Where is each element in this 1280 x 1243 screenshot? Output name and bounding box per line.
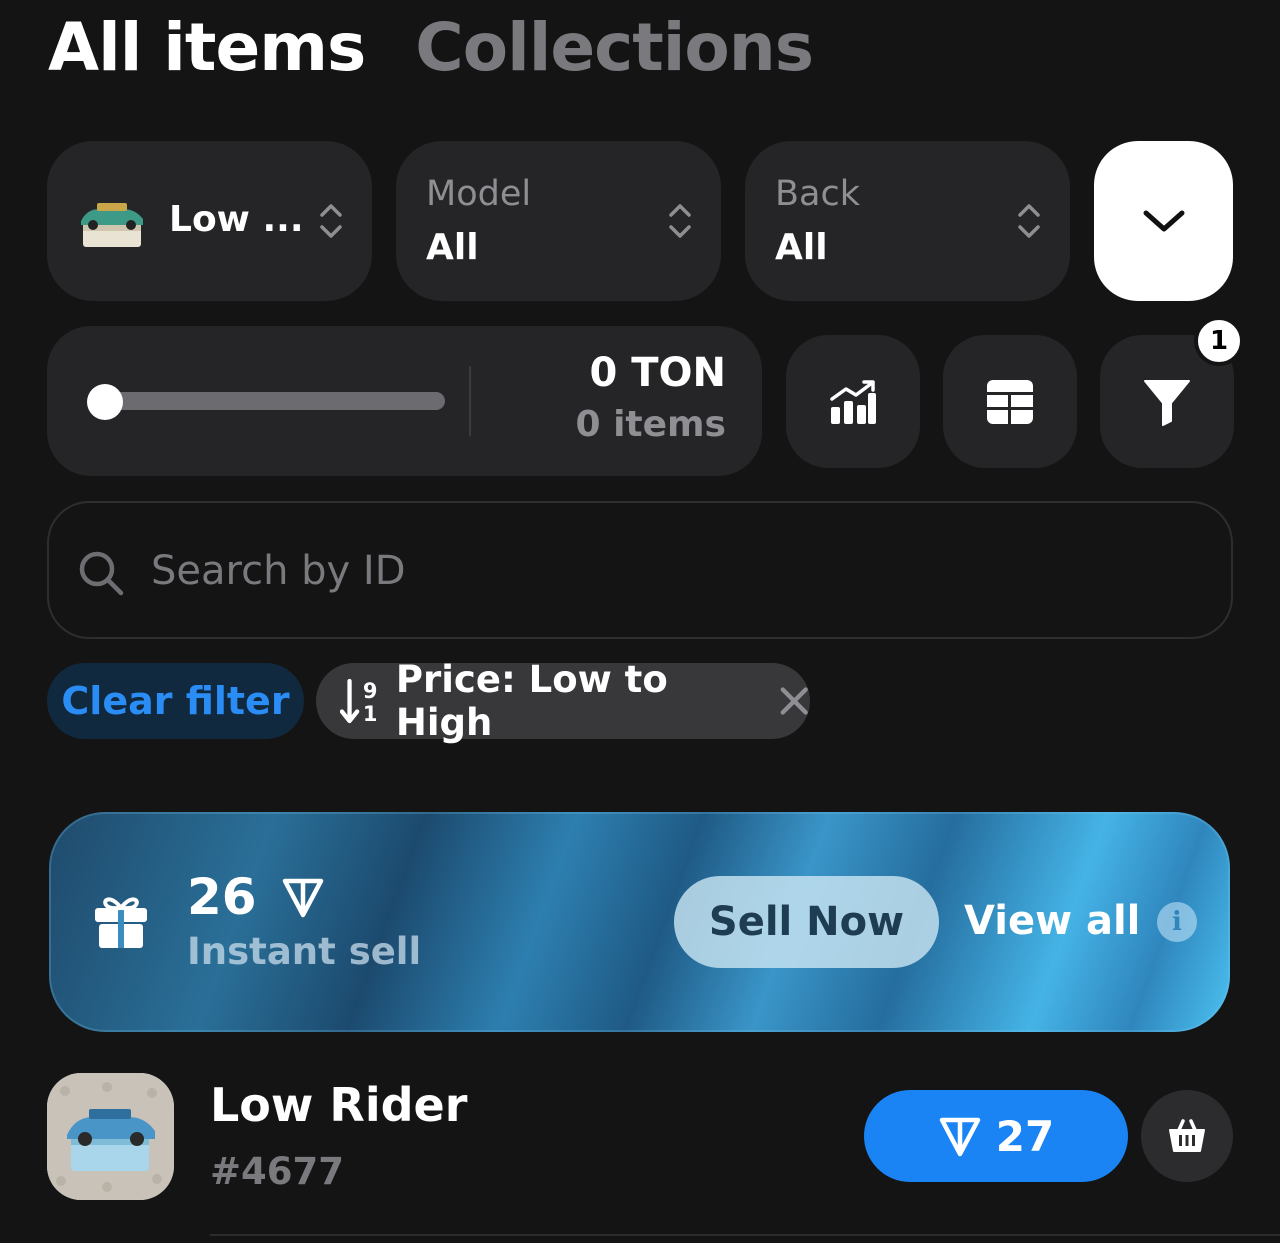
updown-chevron-icon (669, 204, 691, 238)
info-icon[interactable]: i (1157, 902, 1197, 942)
updown-chevron-icon (1018, 204, 1040, 238)
instant-sell-price-value: 26 (187, 868, 257, 926)
close-icon[interactable] (778, 684, 810, 718)
search-icon (79, 551, 124, 596)
slider-knob[interactable] (87, 384, 123, 420)
search-box[interactable] (47, 501, 1233, 639)
price-range-amount: 0 TON (589, 350, 726, 396)
price-range-count: 0 items (575, 404, 727, 445)
model-select[interactable]: Model All (396, 141, 721, 301)
gift-select[interactable]: Low ... (47, 141, 372, 301)
instant-sell-label: Instant sell (187, 930, 422, 973)
back-select-value: All (775, 227, 828, 268)
gift-icon (95, 897, 147, 948)
svg-text:9: 9 (363, 679, 378, 703)
back-select-caption: Back (775, 174, 860, 214)
search-input[interactable] (151, 533, 1151, 609)
sort-chip[interactable]: 9 1 Price: Low to High (316, 658, 810, 744)
item-number: #4677 (210, 1150, 344, 1193)
chart-icon (830, 379, 876, 424)
view-all-link[interactable]: View all (964, 898, 1140, 944)
item-name: Low Rider (210, 1078, 468, 1132)
filter-count-badge: 1 (1194, 316, 1244, 366)
gift-select-value: Low ... (169, 199, 304, 240)
layout-view-button[interactable] (943, 335, 1077, 468)
basket-icon (1169, 1119, 1205, 1152)
divider (210, 1234, 1280, 1236)
tab-all-items[interactable]: All items (48, 8, 366, 88)
divider (469, 366, 471, 436)
model-select-caption: Model (426, 174, 532, 214)
chevron-down-icon (1143, 210, 1184, 232)
ton-icon (282, 878, 323, 918)
sort-descending-icon: 9 1 (340, 678, 378, 726)
tab-bar: All items Collections (48, 8, 814, 88)
price-range-slider[interactable]: 0 TON 0 items (47, 326, 762, 476)
add-to-cart-button[interactable] (1141, 1090, 1233, 1182)
svg-text:1: 1 (363, 702, 378, 726)
back-select[interactable]: Back All (745, 141, 1070, 301)
table-layout-icon (987, 379, 1033, 424)
updown-chevron-icon (320, 204, 342, 238)
sell-now-button[interactable]: Sell Now (674, 876, 939, 968)
collapse-filters-button[interactable] (1094, 141, 1233, 301)
instant-sell-banner: 26 Instant sell Sell Now View all i (49, 812, 1230, 1032)
sort-chip-label: Price: Low to High (395, 658, 668, 744)
stats-button[interactable] (786, 335, 920, 468)
slider-track[interactable] (105, 392, 445, 410)
clear-filter-button[interactable]: Clear filter (47, 663, 304, 739)
item-price: 27 (995, 1111, 1055, 1161)
list-item[interactable]: Low Rider #4677 27 (0, 1060, 1280, 1243)
model-select-value: All (426, 227, 479, 268)
low-rider-gift-icon (47, 1073, 174, 1200)
instant-sell-price: 26 (187, 868, 325, 926)
buy-price-button[interactable]: 27 (864, 1090, 1128, 1182)
low-rider-thumbnail-icon (81, 203, 143, 247)
ton-icon (939, 1117, 981, 1157)
tab-collections[interactable]: Collections (415, 8, 814, 88)
item-thumbnail (47, 1073, 174, 1200)
funnel-icon (1144, 379, 1190, 426)
